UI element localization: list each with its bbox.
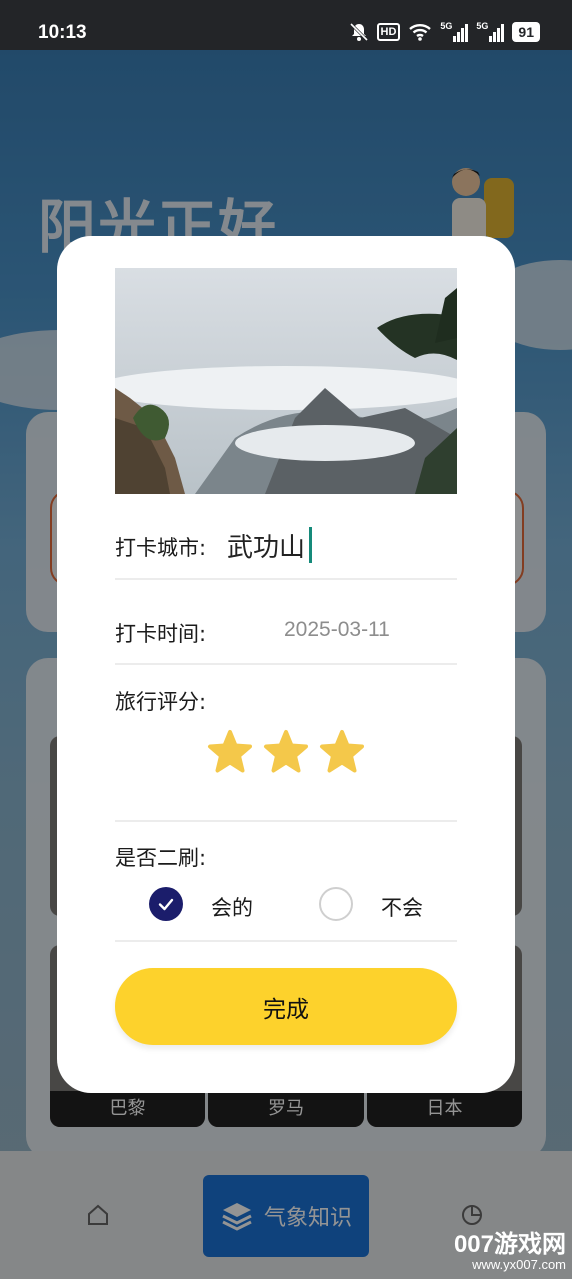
divider (115, 663, 457, 665)
text-caret (309, 527, 313, 563)
revisit-label: 是否二刷: (115, 846, 207, 870)
divider (115, 940, 457, 942)
signal-5g-icon-2: 5G (476, 21, 505, 42)
radio-no[interactable] (319, 887, 353, 921)
date-picker-value[interactable]: 2025-03-11 (284, 618, 390, 642)
option-yes-label[interactable]: 会的 (211, 892, 253, 922)
star-icon-3[interactable] (319, 729, 365, 775)
status-time: 10:13 (38, 22, 87, 43)
watermark-url: www.yx007.com (472, 1257, 566, 1272)
hd-icon: HD (376, 23, 401, 41)
option-no-label[interactable]: 不会 (381, 892, 423, 922)
wifi-icon (409, 24, 432, 41)
checkin-photo (115, 268, 457, 494)
city-input-value: 武功山 (227, 532, 306, 563)
city-label: 打卡城市: (115, 536, 207, 560)
checkin-dialog: 打卡城市: 武功山 打卡时间: 2025-03-11 旅行评分: 是否二刷: 会… (57, 236, 515, 1093)
watermark-title: 007游戏网 (453, 1231, 566, 1258)
site-watermark: 007游戏网 www.yx007.com (454, 1232, 566, 1272)
signal-5g-icon-1: 5G (440, 21, 469, 42)
rating-label: 旅行评分: (115, 690, 207, 714)
status-bar: 10:13 HD 5G 5G 91 (0, 0, 572, 50)
net-label-2: 5G (476, 21, 489, 31)
net-label-1: 5G (440, 21, 453, 31)
check-icon (158, 898, 174, 911)
divider (115, 820, 457, 822)
divider (115, 578, 457, 580)
done-button[interactable]: 完成 (115, 968, 457, 1045)
mute-notification-icon (349, 22, 368, 42)
radio-yes-selected[interactable] (149, 887, 183, 921)
star-icon-2[interactable] (263, 729, 309, 775)
star-icon-1[interactable] (207, 729, 253, 775)
rating-stars[interactable] (207, 729, 365, 775)
time-label: 打卡时间: (115, 622, 207, 646)
battery-indicator: 91 (512, 22, 540, 42)
mountain-photo (115, 268, 457, 494)
status-icons: HD 5G 5G 91 (349, 21, 540, 42)
city-input[interactable]: 武功山 (227, 526, 313, 564)
